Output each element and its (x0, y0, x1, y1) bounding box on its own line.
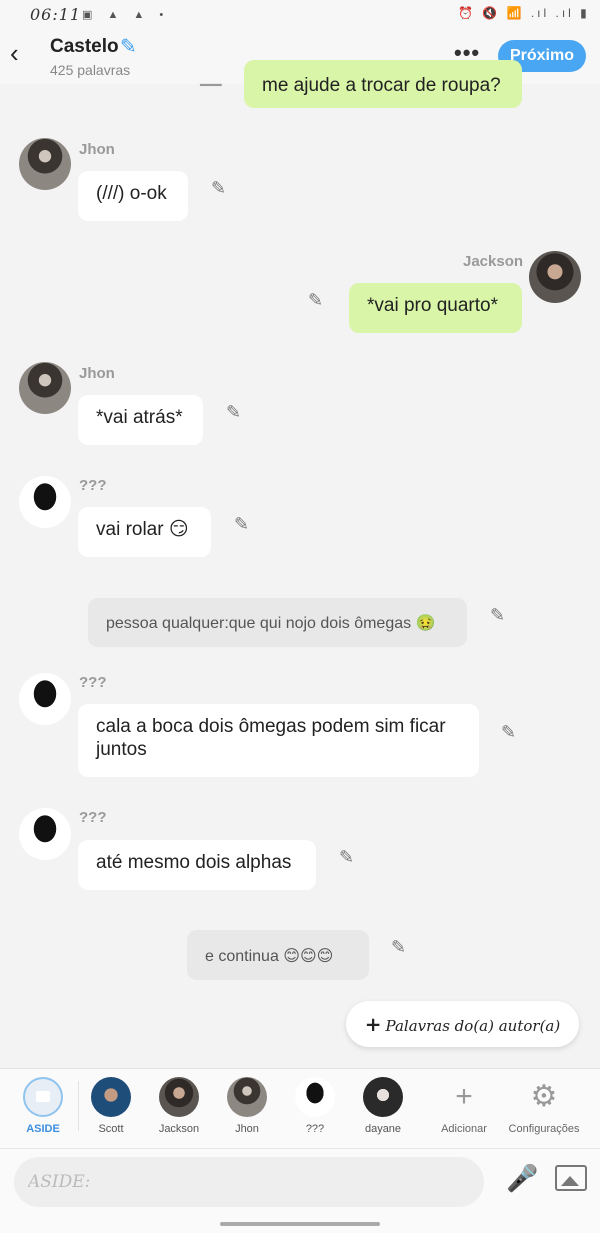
character-bar: ASIDE Scott Jackson Jhon ??? dayane + Ad… (0, 1068, 600, 1149)
notification-icons: ▣ ▲ ▲ • (82, 9, 170, 21)
home-handle[interactable] (220, 1222, 380, 1226)
aside-icon (23, 1077, 63, 1117)
message-input[interactable] (14, 1157, 484, 1207)
character-jackson[interactable]: Jackson (144, 1077, 214, 1135)
character-jhon[interactable]: Jhon (212, 1077, 282, 1135)
character-dayane[interactable]: dayane (348, 1077, 418, 1135)
edit-pencil-icon[interactable]: ✎ (308, 290, 323, 311)
avatar-jhon[interactable] (19, 362, 71, 414)
avatar-unknown[interactable] (19, 673, 71, 725)
input-bar: 🎤 (0, 1148, 600, 1217)
message-bubble[interactable]: (///) o-ok (78, 171, 188, 221)
microphone-icon[interactable]: 🎤 (506, 1163, 538, 1199)
status-bar: 06:11 ▣ ▲ ▲ • ⏰ 🔇 📶 .ıl .ıl ▮ (0, 0, 600, 28)
sender-name: ??? (79, 477, 107, 494)
word-count: 425 palavras (50, 62, 131, 78)
add-character-button[interactable]: + Adicionar (419, 1077, 509, 1135)
aside-bubble[interactable]: pessoa qualquer:que qui nojo dois ômegas… (88, 598, 467, 647)
avatar-unknown[interactable] (19, 808, 71, 860)
author-words-button[interactable]: + Palavras do(a) autor(a) (346, 1001, 579, 1047)
character-label: Jhon (235, 1123, 259, 1135)
character-label: ??? (305, 1123, 325, 1135)
pencil-icon-partial[interactable]: ▔▔ (200, 84, 222, 101)
edit-pencil-icon[interactable]: ✎ (226, 402, 241, 423)
character-label: dayane (364, 1123, 402, 1135)
author-words-label: Palavras do(a) autor(a) (385, 1017, 561, 1035)
message-bubble[interactable]: *vai pro quarto* (349, 283, 522, 333)
edit-pencil-icon[interactable]: ✎ (234, 514, 249, 535)
gear-icon: ⚙ (530, 1080, 558, 1113)
character-unknown[interactable]: ??? (280, 1077, 350, 1135)
sender-name: Jhon (79, 141, 115, 158)
page-title: Castelo (50, 36, 119, 57)
avatar-scott (91, 1077, 131, 1117)
settings-button[interactable]: ⚙ Configurações (499, 1077, 589, 1135)
message-bubble[interactable]: até mesmo dois alphas (78, 840, 316, 890)
image-icon[interactable] (555, 1165, 587, 1191)
avatar-unknown (295, 1077, 335, 1117)
settings-label: Configurações (508, 1123, 580, 1135)
system-icons: ⏰ 🔇 📶 .ıl .ıl ▮ (458, 6, 590, 20)
status-time: 06:11 (30, 5, 82, 24)
message-bubble[interactable]: me ajude a trocar de roupa? (244, 60, 522, 108)
message-bubble[interactable]: cala a boca dois ômegas podem sim ficar … (78, 704, 479, 777)
character-scott[interactable]: Scott (76, 1077, 146, 1135)
plus-icon: + (455, 1080, 473, 1113)
sender-name: ??? (79, 674, 107, 691)
character-label: Jackson (158, 1123, 200, 1135)
edit-title-pencil-icon[interactable]: ✎ (120, 34, 137, 59)
edit-pencil-icon[interactable]: ✎ (211, 178, 226, 199)
edit-pencil-icon[interactable]: ✎ (391, 937, 406, 958)
avatar-unknown[interactable] (19, 476, 71, 528)
avatar-jhon[interactable] (19, 138, 71, 190)
add-label: Adicionar (441, 1123, 487, 1135)
edit-pencil-icon[interactable]: ✎ (339, 847, 354, 868)
sender-name: ??? (79, 809, 107, 826)
avatar-dayane (363, 1077, 403, 1117)
edit-pencil-icon[interactable]: ✎ (490, 605, 505, 626)
avatar-jackson (159, 1077, 199, 1117)
message-bubble[interactable]: *vai atrás* (78, 395, 203, 445)
avatar-jhon (227, 1077, 267, 1117)
navigation-bar (0, 1216, 600, 1233)
sender-name: Jhon (79, 365, 115, 382)
plus-icon: + (364, 1012, 382, 1036)
avatar-jackson[interactable] (529, 251, 581, 303)
message-bubble[interactable]: vai rolar 😏 (78, 507, 211, 557)
aside-bubble[interactable]: e continua 😊😊😊 (187, 930, 369, 980)
character-aside[interactable]: ASIDE (8, 1077, 78, 1135)
character-label: Scott (98, 1123, 124, 1135)
edit-pencil-icon[interactable]: ✎ (501, 722, 516, 743)
character-label: ASIDE (26, 1123, 60, 1135)
sender-name: Jackson (463, 253, 524, 270)
back-arrow-icon[interactable]: ‹ (10, 40, 32, 66)
